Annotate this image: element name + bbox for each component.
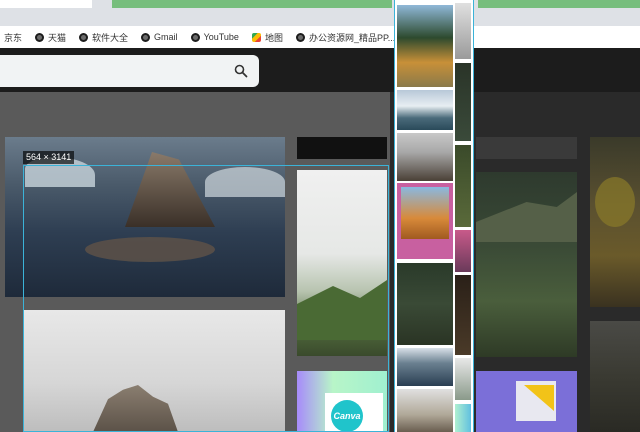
image-card-autumn-tree[interactable] [590, 137, 640, 307]
bookmark-item[interactable]: 地图 [251, 31, 283, 44]
canva-text: Canva [333, 411, 361, 421]
bookmark-item[interactable]: YouTube [190, 32, 239, 42]
bookmark-item[interactable]: 京东 [4, 31, 22, 44]
bookmark-item[interactable]: Gmail [141, 32, 178, 42]
bookmark-item[interactable]: 办公资源网_精品PP... [295, 31, 396, 44]
image-card-dark-strip[interactable] [476, 137, 577, 159]
bookmark-label: 地图 [264, 32, 283, 43]
thumb-side-dark[interactable] [455, 63, 471, 141]
globe-icon [295, 32, 305, 42]
search-icon[interactable] [234, 64, 248, 78]
image-collage-strip[interactable] [394, 0, 474, 432]
thumb-side-pink[interactable] [455, 230, 471, 272]
maps-icon [251, 32, 261, 42]
globe-icon [79, 32, 89, 42]
bookmark-item[interactable]: 软件大全 [79, 31, 128, 44]
thumb-side-green[interactable] [455, 145, 471, 227]
image-card-green-hills[interactable] [476, 172, 577, 357]
globe-icon [141, 32, 151, 42]
bookmark-item[interactable]: 天猫 [35, 31, 66, 44]
image-card-purple[interactable] [476, 371, 577, 432]
thumb-pink-autumn[interactable] [397, 183, 453, 259]
thumb-foggy-hill[interactable] [397, 133, 453, 181]
image-card-misty-valley[interactable] [297, 170, 387, 356]
thumb-lofoten[interactable] [397, 348, 453, 386]
thumb-rock-peak[interactable] [397, 389, 453, 432]
thumb-autumn-forest[interactable] [397, 5, 453, 87]
browser-tab-active[interactable] [0, 0, 92, 8]
globe-icon [35, 32, 45, 42]
thumb-side-snow[interactable] [455, 3, 471, 59]
bookmarks-bar: 京东 天猫 软件大全 Gmail YouTube 地图 办公资源网_精品PP..… [0, 26, 640, 48]
browser-tab[interactable] [112, 0, 392, 8]
image-dimension-label: 564 × 3141 [23, 151, 75, 164]
thumb-side-grey[interactable] [455, 358, 471, 400]
bookmark-label: Gmail [154, 32, 178, 42]
thumb-mountain-trail[interactable] [397, 263, 453, 345]
search-input[interactable] [0, 55, 259, 87]
image-card-forest[interactable] [590, 321, 640, 432]
browser-tab[interactable] [478, 0, 640, 8]
bookmark-label: 京东 [4, 32, 23, 43]
bookmark-label: 办公资源网_精品PP... [308, 32, 396, 43]
image-card-rock-peak[interactable] [23, 310, 285, 432]
bookmark-label: 软件大全 [92, 32, 129, 43]
bookmark-label: 天猫 [48, 32, 67, 43]
thumb-side-mint[interactable] [455, 404, 471, 432]
thumb-side-night[interactable] [455, 275, 471, 355]
bookmark-label: YouTube [203, 32, 239, 42]
browser-tab-strip [0, 0, 640, 26]
globe-icon [190, 32, 200, 42]
image-card-dark-top[interactable] [297, 137, 387, 159]
thumb-lake-mountains[interactable] [397, 90, 453, 130]
canva-logo: Canva [331, 400, 363, 432]
